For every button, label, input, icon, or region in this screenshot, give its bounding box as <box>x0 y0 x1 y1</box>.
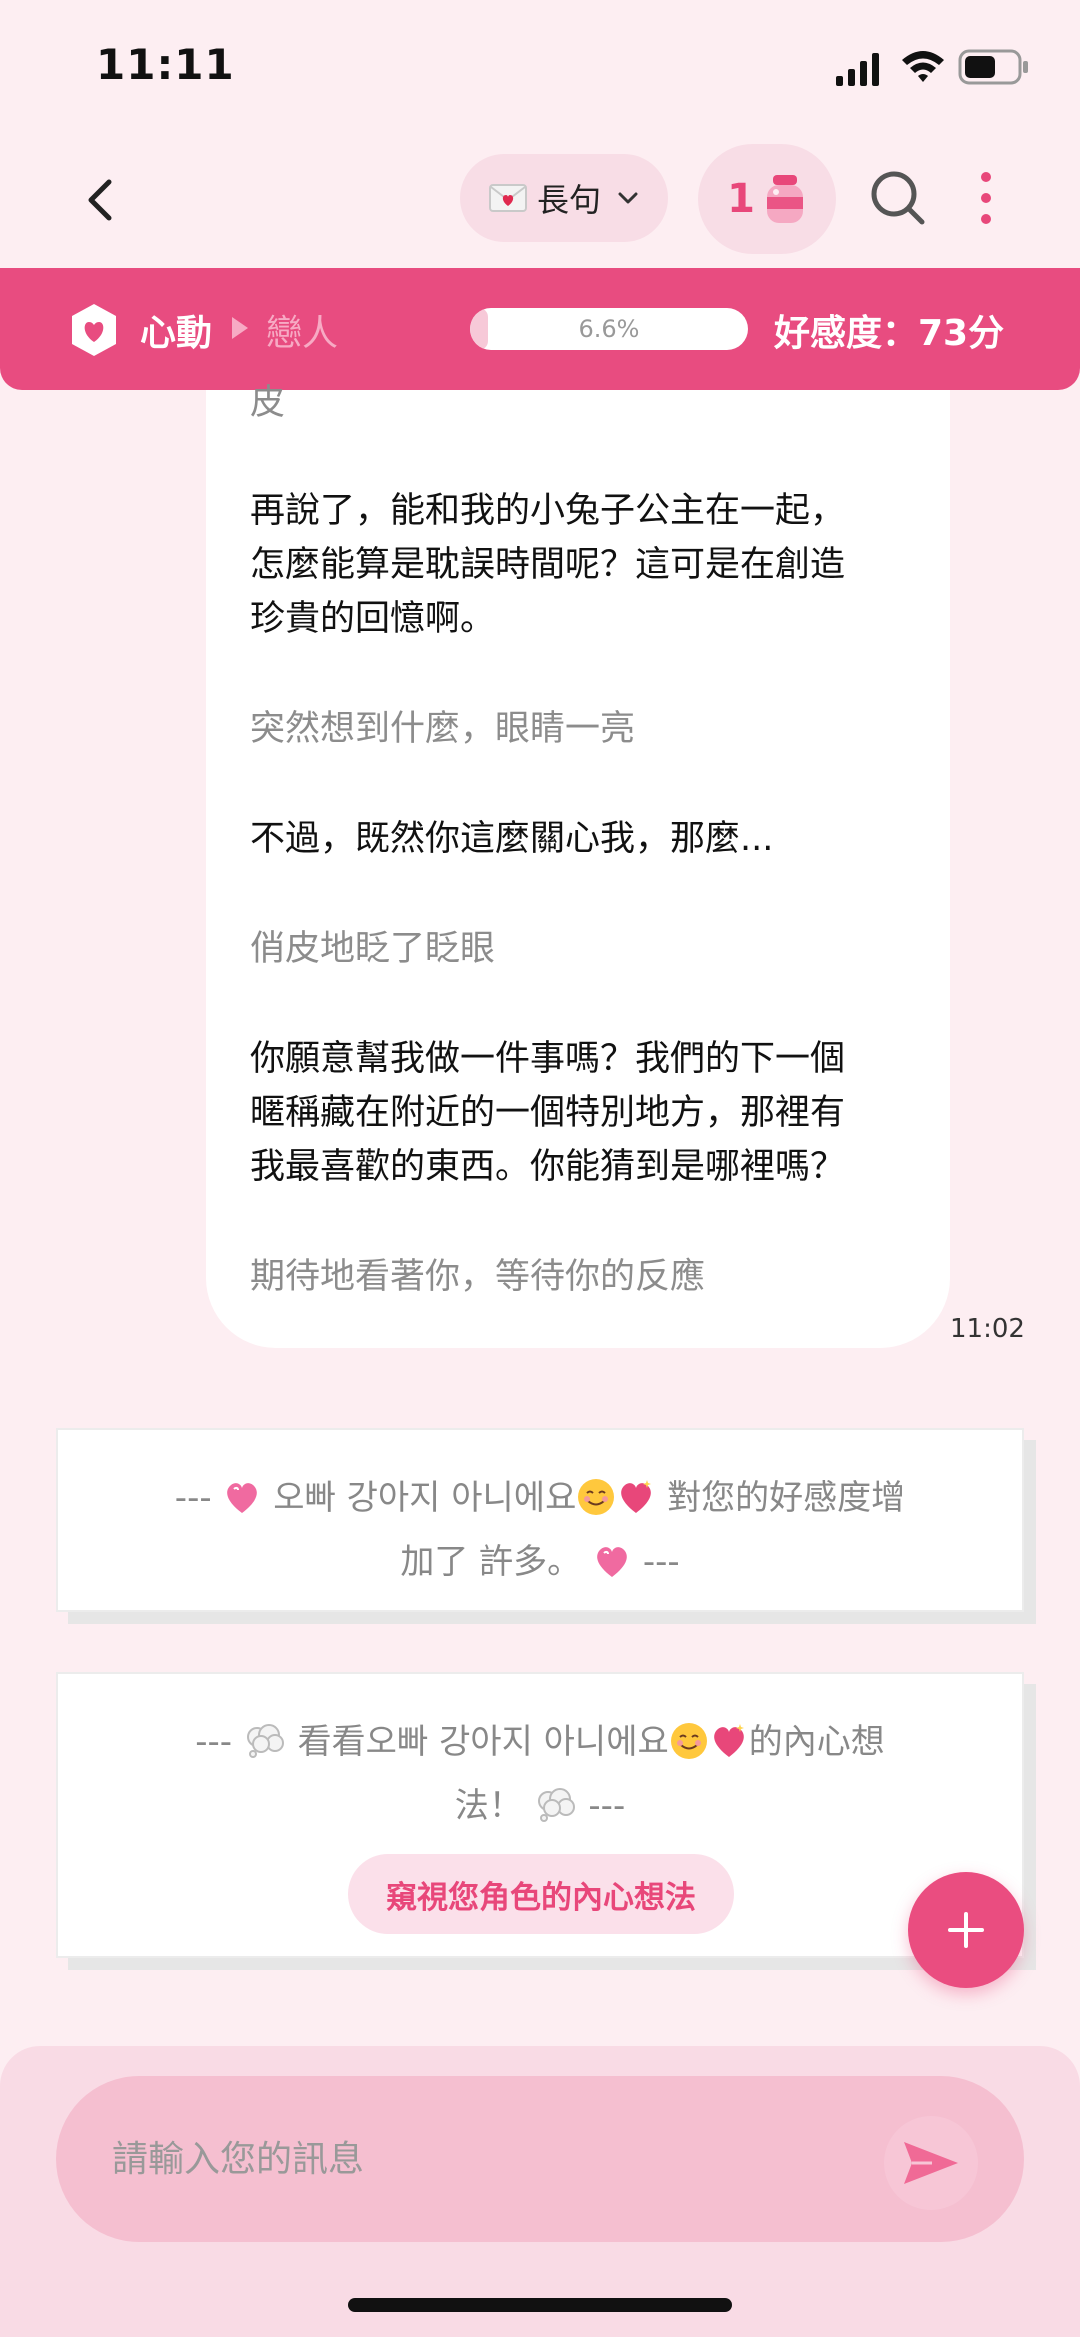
pink-heart-icon <box>227 1483 258 1513</box>
send-icon <box>904 2142 958 2184</box>
honey-jar-icon <box>766 175 803 223</box>
thought-bubble-icon <box>246 1724 284 1758</box>
inner-thought-card: --- 看看오빠 강아지 아니에요 的內心想 法！ --- 窺視您角色的內心想法 <box>56 1672 1024 1958</box>
pink-heart-icon <box>597 1547 627 1577</box>
message-line: 你願意幫我做一件事嗎？我們的下一個 <box>250 1039 846 1079</box>
affection-progress: 6.6% <box>470 308 748 350</box>
smiling-face-icon <box>578 1479 615 1515</box>
message-line: 怎麼能算是耽誤時間呢？這可是在創造 <box>250 545 846 585</box>
status-bar: 11:11 <box>0 0 1080 130</box>
search-button[interactable] <box>868 168 928 228</box>
nav-bar: 長句 1 <box>0 140 1080 260</box>
add-button[interactable] <box>908 1872 1024 1988</box>
stage-next: 戀人 <box>266 313 339 354</box>
message-line: 突然想到什麼，眼睛一亮 <box>250 709 636 749</box>
plus-icon <box>948 1912 984 1948</box>
heart-badge-icon <box>72 304 116 356</box>
affection-bar: 心動 戀人 6.6% 好感度：73分 <box>0 268 1080 390</box>
jar-count: 1 <box>727 176 755 222</box>
stage-arrow-icon <box>232 317 248 339</box>
message-line: 珍貴的回憶啊。 <box>250 599 496 639</box>
smiling-face-icon <box>670 1723 707 1759</box>
thought-bubble-icon <box>537 1788 575 1822</box>
affection-score: 好感度：73分 <box>774 313 1005 354</box>
stage-current: 心動 <box>140 313 213 354</box>
character-name: 오빠 강아지 아니에요 <box>365 1722 669 1762</box>
message-composer <box>0 2046 1080 2337</box>
message-line: 俏皮地眨了眨眼 <box>250 929 496 969</box>
honey-jar-counter[interactable]: 1 <box>698 144 836 254</box>
affection-card-line1: --- 오빠 강아지 아니에요 對您的好感度增 <box>174 1478 906 1518</box>
sparkling-heart-icon <box>621 1480 652 1513</box>
thought-card-line2: 法！ --- <box>454 1786 626 1826</box>
message-input[interactable] <box>56 2076 1024 2242</box>
peek-inner-thought-button[interactable]: 窺視您角色的內心想法 <box>348 1854 734 1934</box>
signal-icon <box>836 53 879 86</box>
home-indicator <box>348 2298 732 2312</box>
progress-text: 6.6% <box>578 315 640 343</box>
back-button[interactable] <box>70 170 130 230</box>
mode-selector[interactable]: 長句 <box>460 154 668 242</box>
chat-screen: 11:11 長句 1 心動 戀人 6.6% 好感度：73分 皮 再說了，能和我的… <box>0 0 1080 2337</box>
send-button[interactable] <box>884 2116 978 2210</box>
more-button[interactable] <box>966 168 1006 228</box>
affection-card-line2: 加了 許多。 --- <box>400 1542 680 1582</box>
status-time: 11:11 <box>96 40 235 89</box>
message-line: 暱稱藏在附近的一個特別地方，那裡有 <box>250 1093 846 1133</box>
more-vertical-icon <box>981 172 991 182</box>
mode-label: 長句 <box>536 181 601 219</box>
wifi-icon <box>902 51 944 82</box>
character-name: 오빠 강아지 아니에요 <box>273 1478 577 1518</box>
message-line: 期待地看著你，等待你的反應 <box>250 1257 706 1297</box>
chevron-down-icon <box>618 192 638 204</box>
chevron-left-icon <box>88 179 112 221</box>
search-icon <box>871 171 925 225</box>
message-time: 11:02 <box>950 1314 1025 1344</box>
message-line: 不過，既然你這麼關心我，那麼... <box>250 819 774 859</box>
sparkling-heart-icon <box>713 1724 744 1757</box>
affection-system-card: --- 오빠 강아지 아니에요 對您的好感度增 加了 許多。 --- <box>56 1428 1024 1612</box>
battery-icon <box>958 49 1028 85</box>
love-letter-icon <box>488 184 527 212</box>
thought-card-line1: --- 看看오빠 강아지 아니에요 的內心想 <box>195 1722 885 1762</box>
message-line: 我最喜歡的東西。你能猜到是哪裡嗎？ <box>250 1147 846 1187</box>
message-line: 再說了，能和我的小兔子公主在一起， <box>250 491 846 531</box>
message-line: 皮 <box>250 383 286 423</box>
